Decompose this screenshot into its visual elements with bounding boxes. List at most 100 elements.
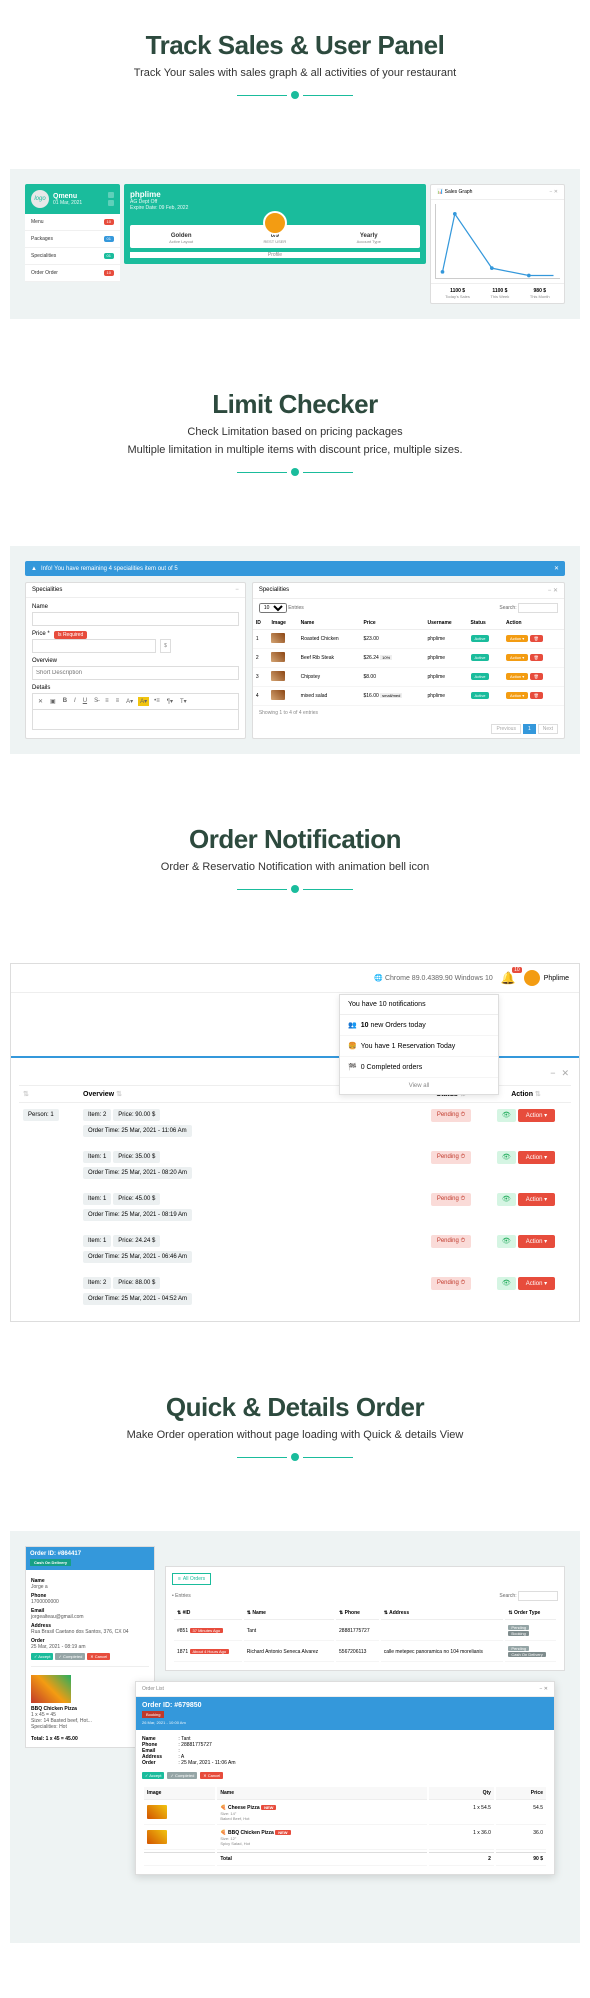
section-subtitle: Make Order operation without page loadin… — [20, 1429, 570, 1441]
delete-button[interactable]: 🗑 — [530, 692, 543, 699]
panel-tools[interactable]: − ✕ — [548, 587, 558, 594]
table-row: Person: 1 Item: 2 Price: 90.00 $Order Ti… — [19, 1103, 571, 1145]
table-row[interactable]: 1871 About 4 Hours AgoRichard Antonio Se… — [174, 1643, 556, 1662]
status-badge: Active — [471, 654, 490, 661]
accept-button[interactable]: ✓ Accept — [142, 1772, 164, 1779]
status-badge: Active — [471, 673, 490, 680]
cancel-button[interactable]: ✕ Cancel — [200, 1772, 223, 1779]
entries-select[interactable]: 10 — [259, 603, 287, 613]
completed-button[interactable]: ✓ Completed — [167, 1772, 197, 1779]
table-row: Item: 1 Price: 35.00 $Order Time: 25 Mar… — [19, 1145, 571, 1187]
notification-dropdown: You have 10 notifications 👥10 new Orders… — [339, 994, 499, 1095]
notification-bell[interactable]: 🔔 10 — [501, 971, 516, 985]
accept-button[interactable]: ✓ Accept — [31, 1653, 53, 1660]
action-button[interactable]: Action ▾ — [518, 1193, 555, 1206]
action-button[interactable]: Action ▾ — [506, 654, 528, 661]
editor-toolbar[interactable]: ✕▣BIUS̶≡≡A▾A▾•≡¶▾T▾ — [32, 693, 239, 710]
col-overview[interactable]: Overview — [83, 1091, 114, 1098]
orders-list-panel: ≡ All Orders • Entries Search: ⇅ #ID ⇅ N… — [165, 1566, 565, 1671]
dropdown-item[interactable]: 🍔You have 1 Reservation Today — [340, 1036, 498, 1057]
section-title: Order Notification — [20, 824, 570, 855]
col-id[interactable]: ID — [253, 617, 269, 630]
close-icon[interactable]: ✕ — [561, 1068, 569, 1079]
delete-button[interactable]: 🗑 — [530, 635, 543, 642]
graph-title: 📊 Sales Graph — [437, 189, 472, 195]
table-info: Showing 1 to 4 of 4 entries — [253, 706, 564, 720]
info-icon[interactable] — [108, 200, 114, 206]
modal-title: Order List — [142, 1686, 164, 1692]
food-image — [271, 671, 285, 681]
view-button[interactable]: 👁 — [497, 1151, 516, 1164]
action-button[interactable]: Action ▾ — [518, 1235, 555, 1248]
price-input[interactable] — [32, 639, 156, 653]
action-button[interactable]: Action ▾ — [506, 692, 528, 699]
delete-button[interactable]: 🗑 — [530, 673, 543, 680]
action-button[interactable]: Action ▾ — [518, 1151, 555, 1164]
dropdown-item[interactable]: 🏁0 Completed orders — [340, 1057, 498, 1078]
panel-tools[interactable]: − — [235, 587, 239, 593]
col-action[interactable]: Action — [503, 617, 564, 630]
col-name[interactable]: Name — [298, 617, 361, 630]
name-input[interactable] — [32, 612, 239, 626]
overview-input[interactable] — [32, 666, 239, 680]
dropdown-header: You have 10 notifications — [340, 995, 498, 1015]
close-icon[interactable]: ✕ — [554, 565, 559, 572]
view-button[interactable]: 👁 — [497, 1193, 516, 1206]
col-status[interactable]: Status — [468, 617, 504, 630]
food-image — [271, 633, 285, 643]
col[interactable]: ⇅ Name — [244, 1607, 334, 1620]
profile-link[interactable]: Profile — [130, 252, 420, 258]
section-subtitle: Track Your sales with sales graph & all … — [20, 67, 570, 79]
sidebar-item[interactable]: Packages01 — [25, 231, 120, 248]
col-user[interactable]: Username — [425, 617, 468, 630]
col-image[interactable]: Image — [268, 617, 297, 630]
search-input[interactable] — [518, 603, 558, 613]
minimize-icon[interactable]: − — [539, 1686, 542, 1692]
minimize-icon[interactable]: − — [550, 1068, 555, 1079]
search-input[interactable] — [518, 1591, 558, 1601]
sidebar-item[interactable]: Menu10 — [25, 214, 120, 231]
action-button[interactable]: Action ▾ — [518, 1277, 555, 1290]
pagination[interactable]: Previous1Next — [253, 720, 564, 738]
info-alert: ▲ Info! You have remaining 4 specialitie… — [25, 561, 565, 576]
action-button[interactable]: Action ▾ — [506, 635, 528, 642]
table-row: 2Beef Rib Steak$26.24 10%phplimeActiveAc… — [253, 649, 564, 668]
section-title: Limit Checker — [20, 389, 570, 420]
col[interactable]: ⇅ Address — [381, 1607, 504, 1620]
settings-icon[interactable] — [108, 192, 114, 198]
view-button[interactable]: 👁 — [497, 1277, 516, 1290]
panel-title: Specialities — [32, 587, 62, 593]
label-price: Price * — [32, 631, 50, 637]
table-row[interactable]: #851 37 Minutes AgoTant28881775727Pendin… — [174, 1622, 556, 1641]
section-subtitle: Multiple limitation in multiple items wi… — [20, 444, 570, 456]
order-id: Order ID: #679850 — [142, 1702, 548, 1709]
delete-button[interactable]: 🗑 — [530, 654, 543, 661]
sidebar: logo Qmenu 01 Mar, 2021 Menu10 Packages0… — [25, 184, 120, 282]
view-button[interactable]: 👁 — [497, 1235, 516, 1248]
dropdown-item[interactable]: 👥10 new Orders today — [340, 1015, 498, 1036]
footer-lbl: This Month — [530, 294, 550, 299]
close-icon[interactable]: ✕ — [544, 1686, 548, 1692]
pending-badge: Pending ⏱ — [431, 1109, 471, 1122]
view-button[interactable]: 👁 — [497, 1109, 516, 1122]
panel-tools[interactable]: − ✕ — [550, 189, 559, 195]
total: Total: 1 x 45 = 45.00 — [31, 1736, 149, 1742]
col[interactable]: ⇅ #ID — [174, 1607, 242, 1620]
col[interactable]: ⇅ Order Type — [505, 1607, 556, 1620]
sidebar-item[interactable]: Order Order10 — [25, 265, 120, 282]
col-action[interactable]: Action — [511, 1091, 533, 1098]
completed-button[interactable]: ✓ Completed — [55, 1653, 85, 1660]
action-button[interactable]: Action ▾ — [518, 1109, 555, 1122]
action-button[interactable]: Action ▾ — [506, 673, 528, 680]
cancel-button[interactable]: ✕ Cancel — [87, 1653, 110, 1660]
all-orders-button[interactable]: ≡ All Orders — [172, 1573, 211, 1585]
sidebar-item[interactable]: Specialities01 — [25, 248, 120, 265]
col-price[interactable]: Price — [360, 617, 424, 630]
user-card: phplime AG Dept Off Expire Date: 09 Feb,… — [124, 184, 426, 264]
col: Image — [144, 1787, 215, 1800]
user-menu[interactable]: Phplime — [524, 970, 569, 986]
pending-badge: Pending ⏱ — [431, 1193, 471, 1206]
col[interactable]: ⇅ Phone — [336, 1607, 379, 1620]
label-name: Name — [32, 604, 239, 610]
dropdown-footer[interactable]: View all — [340, 1078, 498, 1094]
